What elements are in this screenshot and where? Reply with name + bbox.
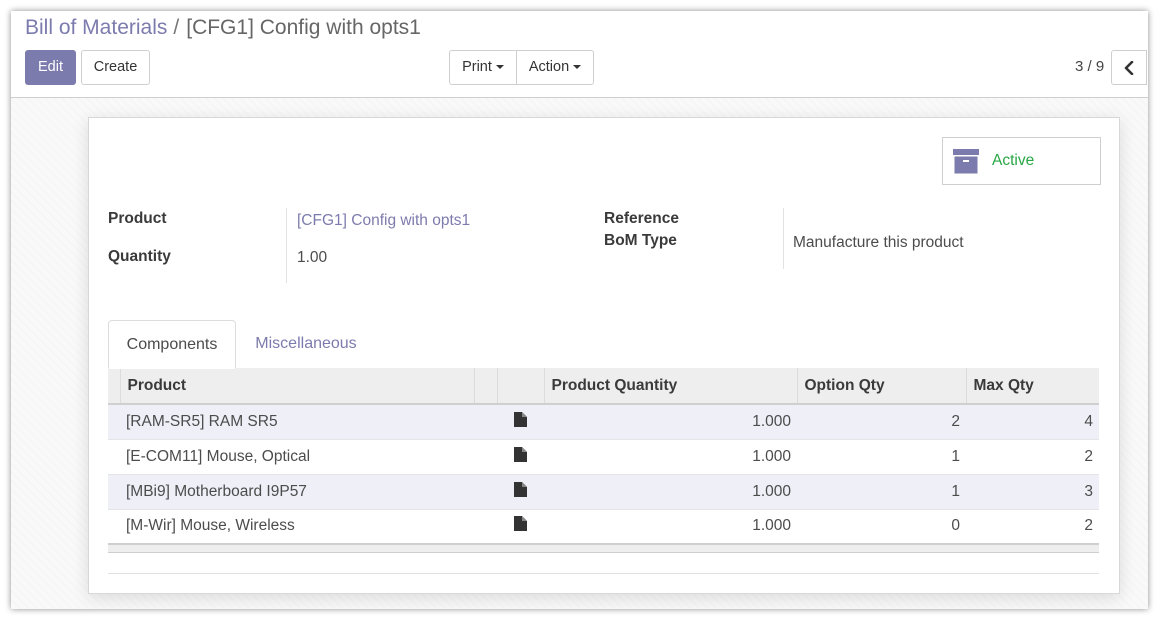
row-product-quantity: 1.000 xyxy=(544,509,797,545)
pager-value[interactable]: 3 / 9 xyxy=(1075,58,1104,75)
column-header-max-qty[interactable]: Max Qty xyxy=(966,368,1099,405)
table-row[interactable]: [E-COM11] Mouse, Optical 1.000 1 2 xyxy=(108,439,1099,475)
table-header-row: Product Product Quantity Option Qty Max … xyxy=(108,368,1099,405)
bom-type-field[interactable]: Manufacture this product xyxy=(793,234,964,252)
action-dropdown-button[interactable]: Action xyxy=(516,50,594,85)
bom-type-label: BoM Type xyxy=(604,232,677,249)
column-header-attachment xyxy=(497,368,545,405)
row-product: [RAM-SR5] RAM SR5 xyxy=(120,404,474,440)
sheet-bottom-divider xyxy=(108,573,1099,574)
row-product: [MBi9] Motherboard I9P57 xyxy=(120,474,474,510)
file-icon xyxy=(514,481,527,497)
action-label: Action xyxy=(528,59,570,75)
row-max-qty: 2 xyxy=(966,439,1099,475)
table-footer-row xyxy=(108,543,1099,553)
column-header-product[interactable]: Product xyxy=(120,368,475,405)
bom-form-window: Bill of Materials / [CFG1] Config with opt… xyxy=(11,11,1148,609)
archive-icon xyxy=(953,149,979,174)
print-dropdown-button[interactable]: Print xyxy=(449,50,517,85)
row-max-qty: 4 xyxy=(966,404,1099,440)
pager-previous-button[interactable] xyxy=(1111,50,1147,85)
active-toggle-button[interactable]: Active xyxy=(942,137,1101,185)
components-table: Product Product Quantity Option Qty Max … xyxy=(108,368,1099,553)
chevron-left-icon xyxy=(1124,60,1134,75)
row-attachment[interactable] xyxy=(497,439,544,475)
tab-components[interactable]: Components xyxy=(108,320,236,369)
caret-down-icon xyxy=(573,65,582,70)
file-icon xyxy=(514,411,527,427)
table-row[interactable]: [MBi9] Motherboard I9P57 1.000 1 3 xyxy=(108,474,1099,510)
row-product-quantity: 1.000 xyxy=(544,404,797,440)
print-label: Print xyxy=(462,59,492,75)
caret-down-icon xyxy=(495,65,504,70)
breadcrumb-separator: / xyxy=(173,16,180,39)
field-divider xyxy=(286,208,287,283)
row-attachment[interactable] xyxy=(497,474,544,510)
row-attachment[interactable] xyxy=(497,509,544,545)
tab-miscellaneous[interactable]: Miscellaneous xyxy=(236,320,376,369)
column-header-product-quantity[interactable]: Product Quantity xyxy=(544,368,798,405)
breadcrumb-bill-of-materials[interactable]: Bill of Materials xyxy=(25,16,167,39)
product-field[interactable]: [CFG1] Config with opts1 xyxy=(297,212,470,230)
row-product: [E-COM11] Mouse, Optical xyxy=(120,439,474,475)
row-product-quantity: 1.000 xyxy=(544,474,797,510)
breadcrumb: Bill of Materials / [CFG1] Config with opt… xyxy=(25,15,421,41)
quantity-label: Quantity xyxy=(108,248,171,265)
control-panel: Bill of Materials / [CFG1] Config with opt… xyxy=(11,11,1148,98)
file-icon xyxy=(514,516,527,532)
column-header-option-qty[interactable]: Option Qty xyxy=(797,368,967,405)
notebook-tabs: Components Miscellaneous xyxy=(108,320,1099,369)
form-sheet: Active Product Quantity [CFG1] Config wi… xyxy=(88,117,1120,594)
handle-column-header xyxy=(108,368,121,405)
form-content-area: Active Product Quantity [CFG1] Config wi… xyxy=(11,98,1148,609)
field-divider xyxy=(783,208,784,269)
column-header-blank xyxy=(474,368,498,405)
breadcrumb-current-record: [CFG1] Config with opts1 xyxy=(186,16,421,39)
table-row[interactable]: [RAM-SR5] RAM SR5 1.000 2 4 xyxy=(108,404,1099,440)
row-attachment[interactable] xyxy=(497,404,544,440)
row-max-qty: 2 xyxy=(966,509,1099,545)
create-button[interactable]: Create xyxy=(81,50,150,85)
edit-button[interactable]: Edit xyxy=(25,50,76,85)
row-option-qty: 0 xyxy=(797,509,966,545)
active-status-label: Active xyxy=(992,152,1035,169)
row-option-qty: 1 xyxy=(797,439,966,475)
row-option-qty: 2 xyxy=(797,404,966,440)
row-max-qty: 3 xyxy=(966,474,1099,510)
table-row[interactable]: [M-Wir] Mouse, Wireless 1.000 0 2 xyxy=(108,509,1099,545)
file-icon xyxy=(514,446,527,462)
product-label: Product xyxy=(108,210,167,227)
row-option-qty: 1 xyxy=(797,474,966,510)
row-product: [M-Wir] Mouse, Wireless xyxy=(120,509,474,545)
reference-label: Reference xyxy=(604,210,679,227)
row-product-quantity: 1.000 xyxy=(544,439,797,475)
quantity-field[interactable]: 1.00 xyxy=(297,249,327,267)
